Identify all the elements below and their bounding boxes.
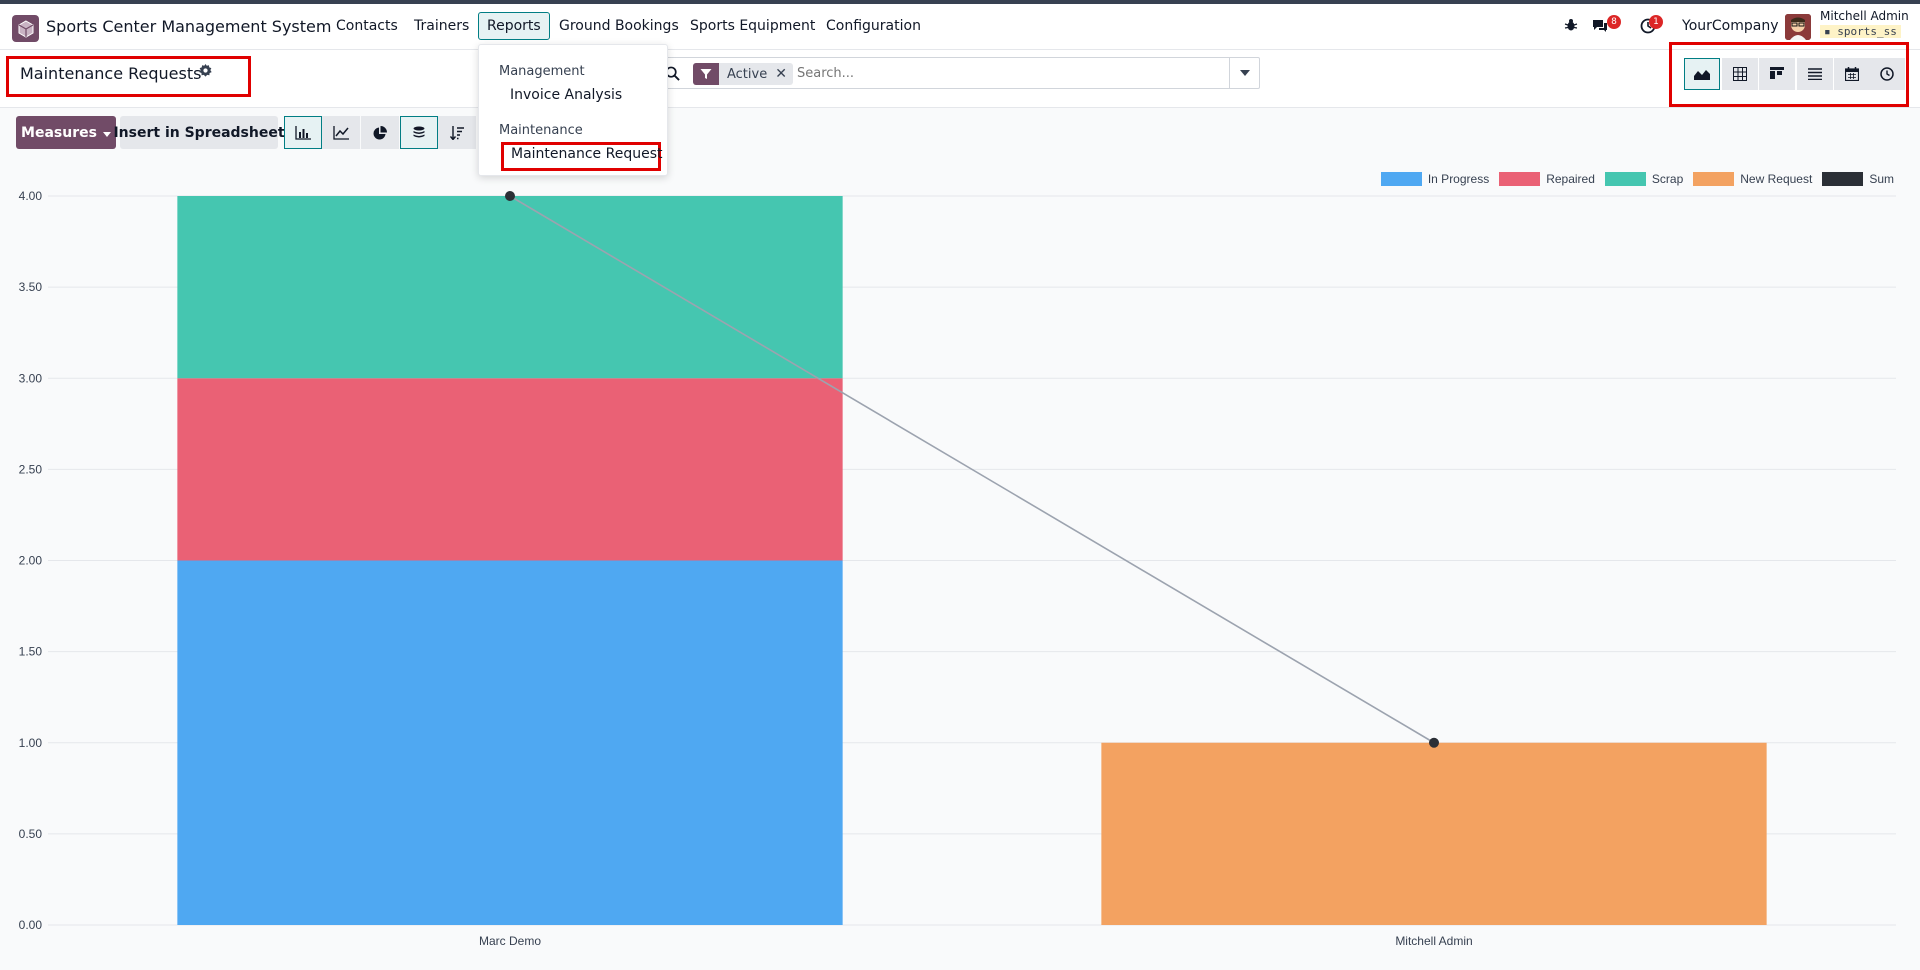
legend-item-new-request[interactable]: New Request xyxy=(1693,172,1812,186)
legend-swatch-repaired xyxy=(1499,172,1541,186)
legend-swatch-in-progress xyxy=(1380,172,1422,186)
y-tick-label: 0.00 xyxy=(19,918,43,932)
legend-label-new-request: New Request xyxy=(1740,172,1813,186)
y-tick-label: 2.00 xyxy=(19,554,43,568)
legend-swatch-new-request xyxy=(1693,172,1735,186)
legend-label-repaired: Repaired xyxy=(1546,172,1595,186)
graph-chart: 0.00 0.50 1.00 1.50 2.00 2.50 3.00 3.50 4.00 Marc… xyxy=(19,189,1896,948)
y-tick-label: 2.50 xyxy=(19,462,43,476)
bar-segment[interactable] xyxy=(1101,742,1767,925)
bar-segment[interactable] xyxy=(177,196,843,379)
sum-point[interactable] xyxy=(505,191,515,201)
legend-label-sum: Sum xyxy=(1869,172,1894,186)
legend-item-in-progress[interactable]: In Progress xyxy=(1380,172,1490,186)
sum-point[interactable] xyxy=(1429,737,1439,748)
bar-segment[interactable] xyxy=(177,560,843,926)
dropdown-section-management: Management xyxy=(499,64,585,79)
legend-item-scrap[interactable]: Scrap xyxy=(1604,172,1684,186)
legend-swatch-sum xyxy=(1822,172,1864,186)
legend-label-in-progress: In Progress xyxy=(1427,172,1490,186)
legend-item-repaired[interactable]: Repaired xyxy=(1499,172,1595,186)
bar-segment[interactable] xyxy=(177,378,843,561)
x-tick-label: Marc Demo xyxy=(479,934,541,948)
chart-legend: In Progress Repaired Scrap New Request S… xyxy=(1380,172,1894,186)
y-tick-label: 0.50 xyxy=(19,827,43,841)
reports-dropdown-menu: Management Invoice Analysis Maintenance … xyxy=(478,44,668,176)
y-tick-label: 1.00 xyxy=(19,736,43,750)
dropdown-section-maintenance: Maintenance xyxy=(499,123,583,138)
menu-item-maintenance-request[interactable]: Maintenance Request xyxy=(511,146,662,162)
menu-item-invoice-analysis[interactable]: Invoice Analysis xyxy=(510,87,622,103)
legend-swatch-scrap xyxy=(1604,172,1646,186)
legend-item-sum[interactable]: Sum xyxy=(1822,172,1894,186)
y-tick-label: 1.50 xyxy=(19,645,43,659)
y-tick-label: 3.50 xyxy=(19,280,43,294)
y-tick-label: 3.00 xyxy=(19,371,43,385)
y-tick-label: 4.00 xyxy=(19,189,43,203)
legend-label-scrap: Scrap xyxy=(1651,172,1684,186)
x-tick-label: Mitchell Admin xyxy=(1395,934,1472,948)
